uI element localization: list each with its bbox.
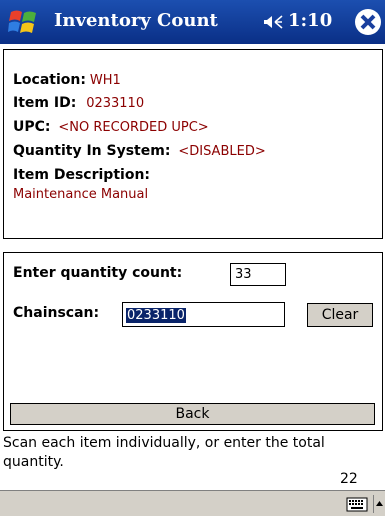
location-row: Location: WH1 <box>13 71 121 88</box>
qty-system-label: Quantity In System: <box>13 143 171 159</box>
item-id-label: Item ID: <box>13 95 77 111</box>
back-button[interactable]: Back <box>10 403 375 425</box>
qty-count-input[interactable]: 33 <box>230 263 286 286</box>
menu-bar <box>0 490 385 516</box>
description-label: Item Description: <box>13 167 151 183</box>
app-title: Inventory Count <box>54 10 218 31</box>
location-label: Location: <box>13 72 86 88</box>
item-id-value: 0233110 <box>86 96 145 111</box>
count-entry-panel: Enter quantity count: 33 Chainscan: 0233… <box>3 252 383 431</box>
windows-flag-icon[interactable] <box>8 6 40 38</box>
chainscan-label: Chainscan: <box>13 305 100 321</box>
clock[interactable]: 1:10 <box>288 10 332 31</box>
upc-row: UPC: <NO RECORDED UPC> <box>13 118 209 135</box>
status-count: 22 <box>340 471 358 487</box>
qty-count-label: Enter quantity count: <box>13 265 183 281</box>
close-icon <box>360 14 376 30</box>
description-value-row: Maintenance Manual <box>13 185 148 202</box>
description-value: Maintenance Manual <box>13 187 149 202</box>
location-value: WH1 <box>89 73 121 88</box>
arrow-up-icon[interactable] <box>373 495 384 513</box>
keyboard-icon[interactable] <box>346 495 368 513</box>
qty-system-value: <DISABLED> <box>178 144 266 159</box>
item-info-panel: Location: WH1 Item ID: 0233110 UPC: <NO … <box>3 49 383 239</box>
description-label-row: Item Description: <box>13 166 150 183</box>
qty-system-row: Quantity In System: <DISABLED> <box>13 142 266 159</box>
status-message: Scan each item individually, or enter th… <box>3 435 325 470</box>
speaker-icon[interactable] <box>264 13 284 31</box>
chainscan-input[interactable]: 0233110 <box>122 302 285 327</box>
chainscan-value: 0233110 <box>126 308 186 323</box>
clear-button[interactable]: Clear <box>307 303 373 327</box>
item-id-row: Item ID: 0233110 <box>13 94 144 111</box>
upc-label: UPC: <box>13 119 51 135</box>
close-button[interactable] <box>355 9 381 35</box>
upc-value: <NO RECORDED UPC> <box>58 120 209 135</box>
title-bar: Inventory Count 1:10 <box>0 0 385 44</box>
